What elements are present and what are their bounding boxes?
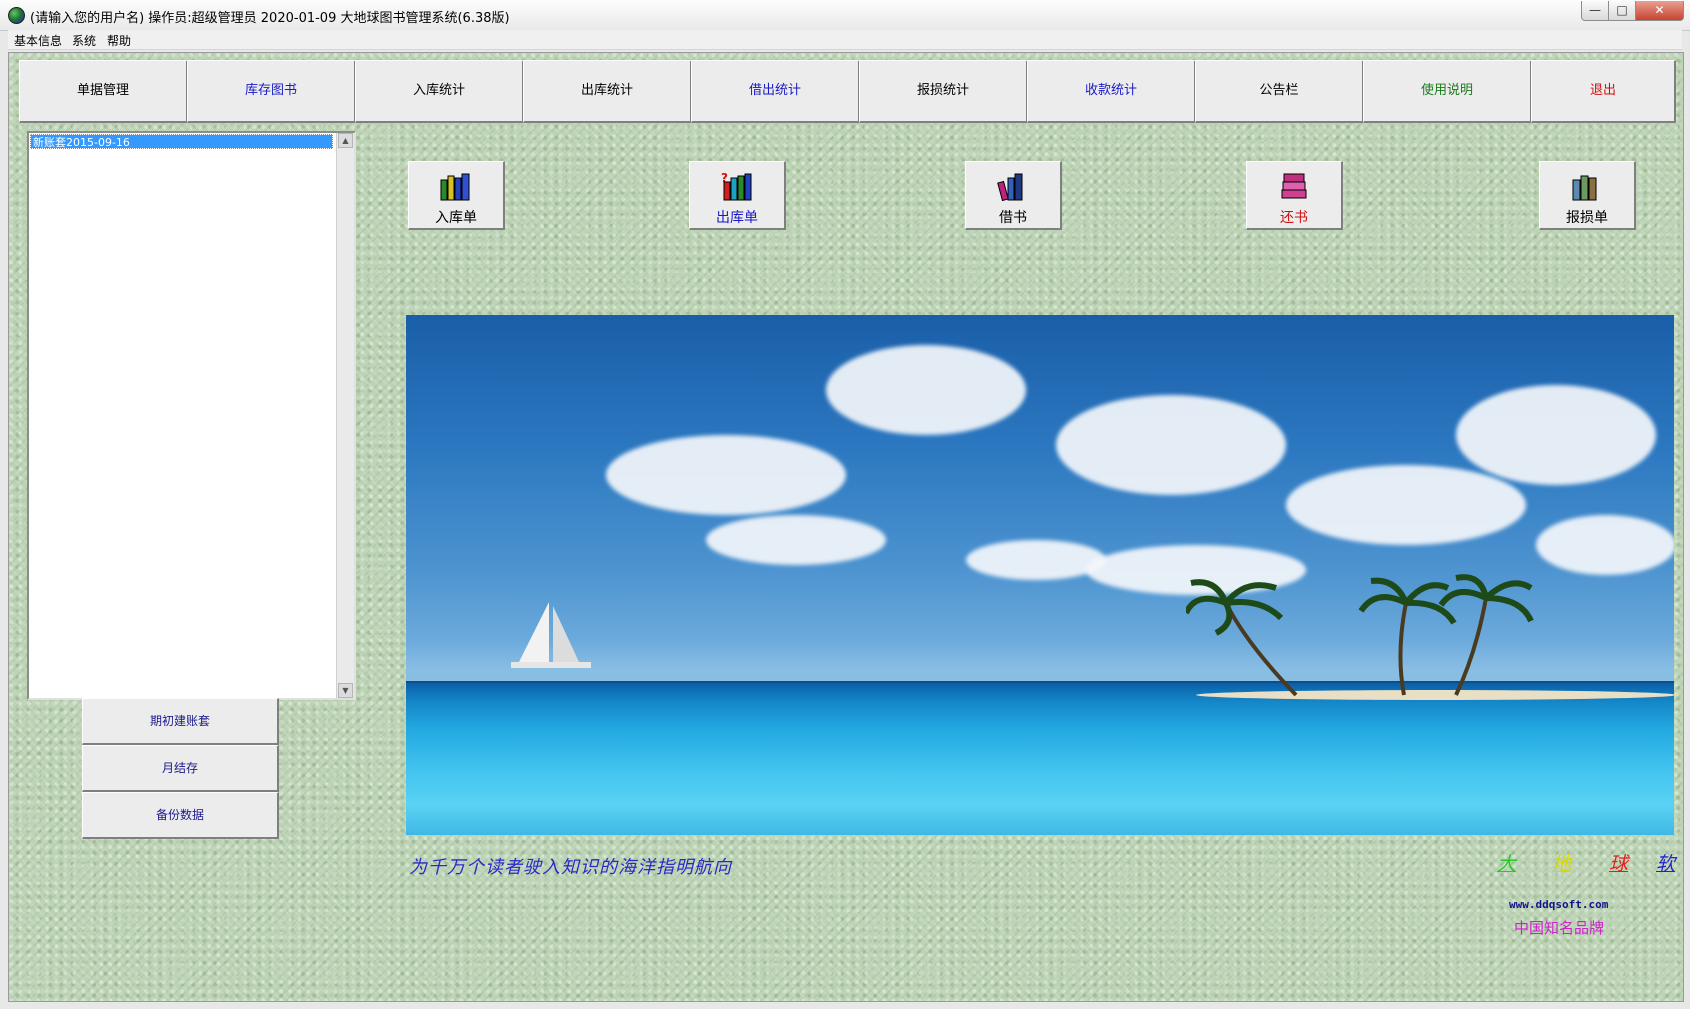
ocean-banner-image [406, 315, 1674, 835]
brand-char-di: 地 [1552, 853, 1572, 875]
brand-tagline: 中国知名品牌 [1514, 919, 1605, 937]
book-borrow-icon [997, 173, 1023, 202]
palm-trees-icon [1186, 574, 1534, 697]
damage-form-label: 报损单 [1566, 210, 1608, 226]
nav-user-guide[interactable]: 使用说明 [1363, 60, 1532, 123]
nav-payment-stats[interactable]: 收款统计 [1027, 60, 1196, 123]
title-bar: (请输入您的用户名) 操作员:超级管理员 2020-01-09 大地球图书管理系… [0, 0, 1690, 31]
main-client-area: 单据管理 库存图书 入库统计 出库统计 借出统计 报损统计 收款统计 公告栏 使… [8, 52, 1684, 1002]
nav-bulletin-board[interactable]: 公告栏 [1195, 60, 1364, 123]
brand-char-da: 大 [1497, 853, 1517, 875]
menu-help[interactable]: 帮助 [107, 32, 131, 49]
list-item[interactable]: 新账套2015-09-16 [30, 134, 333, 149]
stock-in-form-label: 入库单 [435, 210, 477, 226]
initial-account-set-button[interactable]: 期初建账套 [82, 698, 279, 745]
monthly-balance-button[interactable]: 月结存 [82, 745, 279, 792]
damage-form-button[interactable]: 报损单 [1539, 161, 1636, 230]
borrow-book-button[interactable]: 借书 [965, 161, 1062, 230]
menu-basic-info[interactable]: 基本信息 [14, 32, 62, 49]
return-book-label: 还书 [1280, 210, 1308, 226]
account-set-list[interactable]: 新账套2015-09-16 ▲ ▼ [27, 131, 356, 700]
stock-out-form-button[interactable]: ? 出库单 [689, 161, 786, 230]
book-damage-icon [1572, 175, 1597, 201]
books-stock-in-icon [440, 173, 470, 201]
backup-data-button[interactable]: 备份数据 [82, 792, 279, 839]
nav-stock-out-stats[interactable]: 出库统计 [523, 60, 692, 123]
borrow-book-label: 借书 [999, 210, 1027, 226]
scroll-up-icon[interactable]: ▲ [338, 133, 353, 148]
vertical-scrollbar[interactable]: ▲ ▼ [336, 133, 354, 698]
books-stock-out-icon: ? [721, 171, 752, 201]
stock-in-form-button[interactable]: 入库单 [408, 161, 505, 230]
menu-bar: 基本信息 系统 帮助 [8, 30, 1682, 50]
globe-app-icon [8, 7, 25, 24]
brand-char-ruan: 软 [1656, 853, 1676, 875]
stock-out-form-label: 出库单 [716, 210, 758, 226]
close-button[interactable]: ✕ [1635, 1, 1684, 21]
slogan-text: 为千万个读者驶入知识的海洋指明航向 [409, 857, 732, 878]
nav-exit[interactable]: 退出 [1531, 60, 1676, 123]
menu-system[interactable]: 系统 [72, 32, 96, 49]
top-navigation: 单据管理 库存图书 入库统计 出库统计 借出统计 报损统计 收款统计 公告栏 使… [19, 60, 1676, 123]
maximize-button[interactable]: □ [1608, 1, 1636, 21]
minimize-button[interactable]: — [1581, 1, 1609, 21]
nav-stock-books[interactable]: 库存图书 [187, 60, 356, 123]
brand-char-qiu: 球 [1609, 853, 1629, 875]
window-title: (请输入您的用户名) 操作员:超级管理员 2020-01-09 大地球图书管理系… [30, 11, 510, 26]
website-link[interactable]: www.ddqsoft.com [1509, 898, 1608, 911]
sailboat-icon [511, 602, 591, 668]
scroll-down-icon[interactable]: ▼ [338, 683, 353, 698]
nav-lend-stats[interactable]: 借出统计 [691, 60, 860, 123]
book-return-icon [1281, 173, 1307, 199]
nav-document-management[interactable]: 单据管理 [19, 60, 188, 123]
return-book-button[interactable]: 还书 [1246, 161, 1343, 230]
nav-damage-stats[interactable]: 报损统计 [859, 60, 1028, 123]
nav-stock-in-stats[interactable]: 入库统计 [355, 60, 524, 123]
